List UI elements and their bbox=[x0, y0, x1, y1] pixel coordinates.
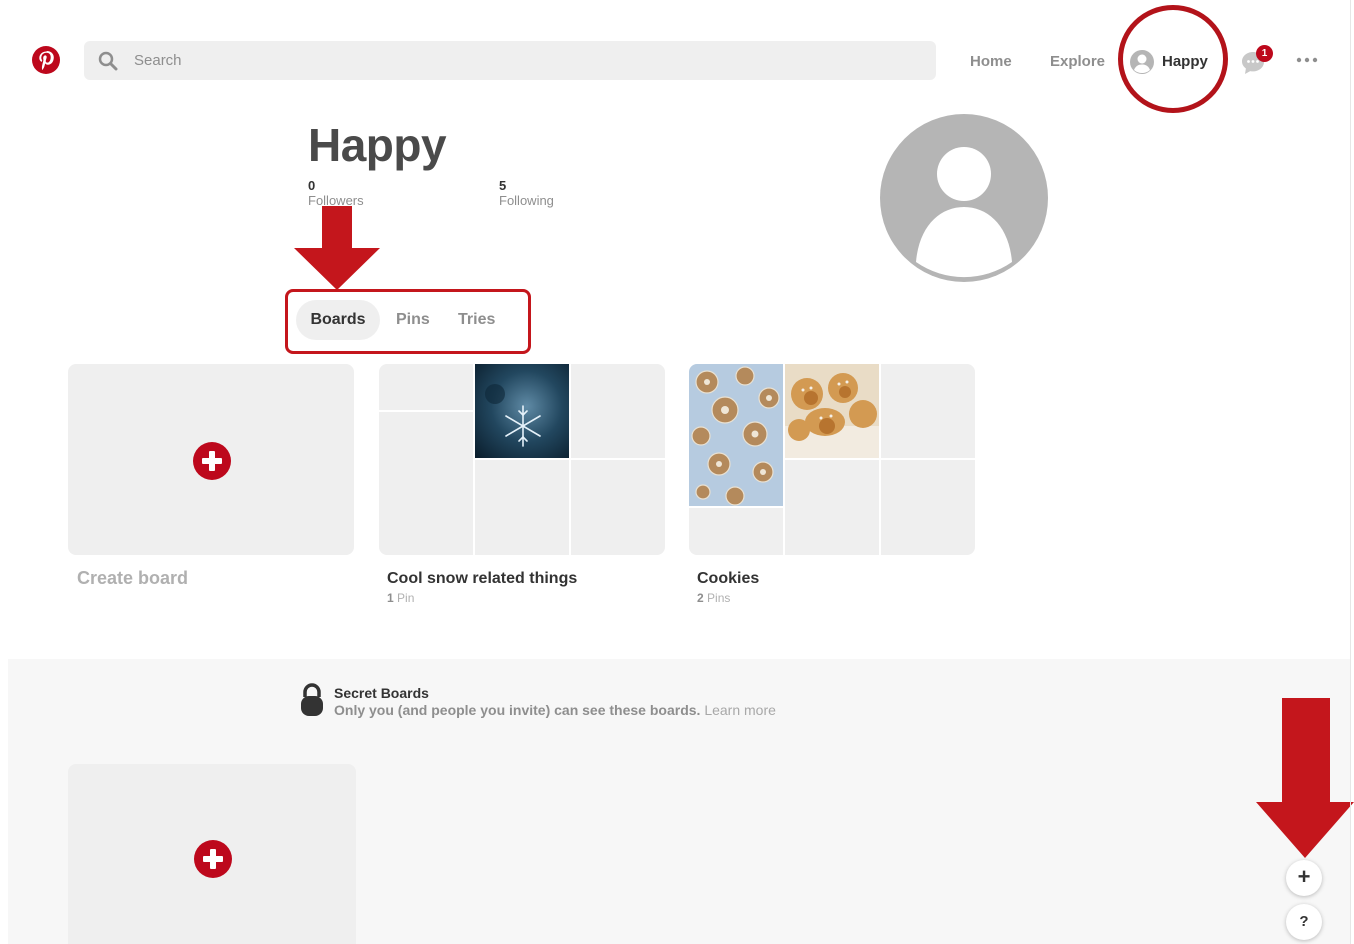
tab-boards[interactable]: Boards bbox=[296, 300, 380, 340]
messages-badge: 1 bbox=[1256, 45, 1273, 62]
board-empty-cell bbox=[571, 460, 665, 555]
add-pin-button[interactable]: + bbox=[1286, 860, 1322, 896]
lock-icon bbox=[301, 683, 323, 716]
followers-count: 0 bbox=[308, 178, 316, 193]
gingerbread-cookie-image bbox=[785, 364, 879, 458]
plus-circle-icon bbox=[194, 840, 232, 878]
board-empty-column bbox=[379, 364, 473, 555]
nav-home-link[interactable]: Home bbox=[970, 53, 1012, 70]
pin-count-label: Pin bbox=[397, 591, 415, 605]
pin-count-label: Pins bbox=[707, 591, 731, 605]
board-empty-cell bbox=[785, 460, 879, 555]
board-pin-image bbox=[689, 364, 783, 506]
more-dots-icon[interactable] bbox=[1292, 50, 1322, 70]
arrow-down-icon bbox=[1256, 698, 1354, 858]
pinterest-logo-icon[interactable] bbox=[31, 45, 61, 75]
board-empty-cell bbox=[571, 364, 665, 458]
search-input[interactable]: Search bbox=[84, 41, 936, 80]
page-divider bbox=[1350, 0, 1351, 944]
board-cover-cookies[interactable] bbox=[689, 364, 975, 555]
following-label: Following bbox=[499, 193, 554, 208]
board-empty-cell bbox=[379, 412, 473, 555]
create-secret-board-tile[interactable] bbox=[68, 764, 356, 944]
create-board-label[interactable]: Create board bbox=[77, 568, 188, 589]
top-header: Search Home Explore Happy 1 bbox=[0, 0, 1350, 113]
user-avatar-icon bbox=[1130, 50, 1154, 74]
followers-stat[interactable]: 0 Followers bbox=[308, 178, 364, 208]
nav-profile-label: Happy bbox=[1162, 53, 1208, 70]
following-stat[interactable]: 5 Following bbox=[499, 178, 554, 208]
pin-count-number: 1 bbox=[387, 591, 394, 605]
profile-name: Happy bbox=[308, 119, 447, 171]
nav-explore-link[interactable]: Explore bbox=[1050, 53, 1105, 70]
board-empty-cell bbox=[475, 460, 569, 555]
secret-boards-description: Only you (and people you invite) can see… bbox=[334, 702, 776, 718]
board-pin-count: 2 Pins bbox=[697, 591, 730, 605]
learn-more-link[interactable]: Learn more bbox=[704, 702, 776, 718]
tab-tries[interactable]: Tries bbox=[458, 300, 495, 340]
board-tall-column bbox=[689, 364, 783, 555]
plus-circle-icon bbox=[193, 442, 231, 480]
board-empty-cell bbox=[689, 508, 783, 555]
secret-description-text: Only you (and people you invite) can see… bbox=[334, 702, 701, 718]
board-cover-snow[interactable] bbox=[379, 364, 665, 555]
tab-pins[interactable]: Pins bbox=[396, 300, 430, 340]
board-pin-image bbox=[475, 364, 569, 458]
snowflake-image bbox=[475, 364, 569, 458]
profile-avatar[interactable] bbox=[880, 114, 1048, 282]
nav-profile-button[interactable]: Happy bbox=[1130, 47, 1218, 77]
create-board-tile[interactable] bbox=[68, 364, 354, 555]
board-pin-count: 1 Pin bbox=[387, 591, 414, 605]
board-empty-cell bbox=[379, 364, 473, 410]
following-count: 5 bbox=[499, 178, 507, 193]
arrow-down-icon bbox=[294, 206, 380, 290]
search-icon bbox=[98, 51, 118, 71]
secret-boards-title: Secret Boards bbox=[334, 685, 429, 701]
help-button[interactable]: ? bbox=[1286, 904, 1322, 940]
board-pin-image bbox=[785, 364, 879, 458]
pin-count-number: 2 bbox=[697, 591, 704, 605]
messages-button[interactable]: 1 bbox=[1240, 45, 1274, 77]
search-placeholder: Search bbox=[134, 52, 182, 69]
board-empty-cell bbox=[881, 364, 975, 458]
board-title[interactable]: Cookies bbox=[697, 570, 759, 588]
board-empty-cell bbox=[881, 460, 975, 555]
board-title[interactable]: Cool snow related things bbox=[387, 570, 577, 588]
snowflake-cookies-image bbox=[689, 364, 783, 506]
